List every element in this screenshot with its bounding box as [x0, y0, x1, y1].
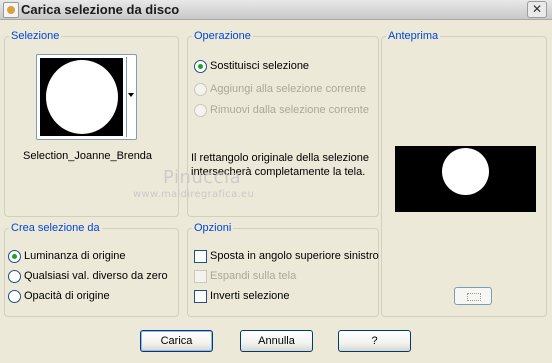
selection-thumbnail-picker[interactable]	[36, 54, 137, 140]
checkbox-invert-selection[interactable]: Inverti selezione	[194, 288, 290, 304]
dropdown-arrow-icon[interactable]	[126, 57, 135, 137]
checkbox-label: Sposta in angolo superiore sinistro	[210, 250, 379, 262]
radio-label: Rimuovi dalla selezione corrente	[210, 104, 369, 116]
load-button[interactable]: Carica	[140, 330, 213, 352]
radio-source-opacity[interactable]: Opacità di origine	[8, 288, 110, 304]
radio-replace-selection[interactable]: Sostituisci selezione	[194, 58, 309, 74]
checkbox[interactable]	[194, 269, 207, 283]
preview-zoom-button[interactable]	[454, 287, 492, 305]
checkbox[interactable]	[194, 249, 207, 263]
checkbox-move-top-left[interactable]: Sposta in angolo superiore sinistro	[194, 248, 379, 264]
checkbox-expand-canvas[interactable]: Espandi sulla tela	[194, 268, 296, 284]
radio-label: Qualsiasi val. diverso da zero	[24, 270, 168, 282]
title-bar: Carica selezione da disco ✕	[0, 0, 552, 20]
checkbox-label: Espandi sulla tela	[210, 270, 297, 282]
radio-button[interactable]	[8, 269, 21, 283]
radio-button[interactable]	[194, 59, 207, 73]
radio-subtract-from-selection[interactable]: Rimuovi dalla selezione corrente	[194, 102, 369, 118]
selection-group-legend: Selezione	[11, 30, 60, 42]
radio-label: Aggiungi alla selezione corrente	[210, 83, 366, 95]
create-group-legend: Crea selezione da	[11, 222, 100, 234]
radio-source-luminance[interactable]: Luminanza di origine	[8, 248, 126, 264]
radio-label: Opacità di origine	[24, 290, 110, 302]
app-icon	[3, 2, 19, 18]
selection-thumbnail	[40, 58, 123, 136]
cancel-button[interactable]: Annulla	[240, 330, 313, 352]
radio-button[interactable]	[8, 249, 21, 263]
radio-label: Luminanza di origine	[24, 250, 126, 262]
checkbox-label: Inverti selezione	[210, 290, 290, 302]
close-button[interactable]: ✕	[527, 1, 547, 18]
radio-button[interactable]	[194, 103, 207, 117]
preview-circle	[442, 148, 489, 195]
options-group-legend: Opzioni	[194, 222, 232, 234]
help-button[interactable]: ?	[338, 330, 411, 352]
selection-circle-preview	[46, 60, 118, 134]
window-title: Carica selezione da disco	[21, 2, 180, 17]
watermark-name: Pinuccia	[163, 167, 242, 188]
preview-canvas	[395, 146, 536, 212]
radio-any-nonzero[interactable]: Qualsiasi val. diverso da zero	[8, 268, 168, 284]
operation-group-legend: Operazione	[194, 30, 251, 42]
checkbox[interactable]	[194, 289, 207, 303]
selection-file-name: Selection_Joanne_Brenda	[23, 150, 153, 162]
watermark-url: www.maidiregrafica.eu	[133, 189, 255, 200]
preview-group-legend: Anteprima	[388, 30, 439, 42]
load-selection-dialog: Carica selezione da disco ✕ Selezione Se…	[0, 0, 552, 363]
radio-button[interactable]	[8, 289, 21, 303]
radio-label: Sostituisci selezione	[210, 60, 310, 72]
radio-add-to-selection[interactable]: Aggiungi alla selezione corrente	[194, 81, 366, 97]
radio-button[interactable]	[194, 82, 207, 96]
